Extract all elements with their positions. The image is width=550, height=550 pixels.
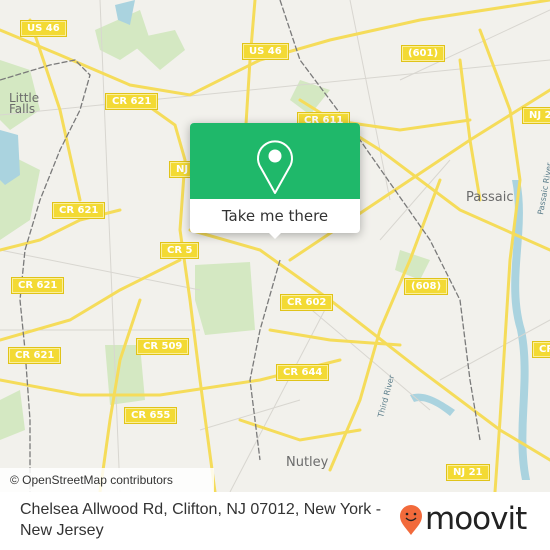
popup-pointer	[267, 231, 283, 239]
moovit-logo: moovit	[398, 502, 538, 536]
location-popup: Take me there	[190, 123, 360, 239]
road-label-cr621: CR 621	[10, 277, 65, 294]
minor-roads	[0, 0, 550, 492]
road-label-cr5: CR 5	[159, 242, 200, 259]
road-label-nj21: NJ 2	[522, 107, 550, 124]
passaic-river-label: Passaic River	[536, 161, 550, 215]
road-label-cr608: (608)	[403, 278, 449, 295]
road-label-cr: CR	[531, 341, 550, 358]
place-label-nutley: Nutley	[286, 455, 329, 470]
road-label-cr602: CR 602	[279, 294, 334, 311]
take-me-there-button[interactable]: Take me there	[190, 199, 360, 233]
road-label-cr601: (601)	[400, 45, 446, 62]
road-label-us46: US 46	[20, 20, 67, 37]
moovit-pin-icon	[400, 505, 422, 535]
place-label-passaic: Passaic	[466, 190, 514, 205]
road-label-cr509: CR 509	[135, 338, 190, 355]
map-pin-icon	[257, 140, 293, 194]
third-river-label: Third River	[376, 373, 396, 419]
road-label-cr621: CR 621	[51, 202, 106, 219]
map-attribution[interactable]: © OpenStreetMap contributors	[0, 468, 214, 492]
road-label-nj21: NJ 21	[446, 464, 490, 481]
map-tiles: Third River Passaic River	[0, 0, 550, 492]
road-label-cr655: CR 655	[123, 407, 178, 424]
main-roads	[0, 0, 550, 492]
water-areas	[0, 0, 530, 480]
place-label-little-falls: Little Falls	[9, 91, 40, 116]
footer: Chelsea Allwood Rd, Clifton, NJ 07012, N…	[0, 492, 550, 550]
moovit-wordmark: moovit	[425, 501, 527, 537]
popup-header	[190, 123, 360, 199]
map-view[interactable]: Third River Passaic River US 46 US 46 (6…	[0, 0, 550, 492]
address-text: Chelsea Allwood Rd, Clifton, NJ 07012, N…	[20, 501, 382, 539]
road-label-cr621: CR 621	[104, 93, 159, 110]
road-label-us46: US 46	[242, 43, 289, 60]
road-label-cr644: CR 644	[275, 364, 330, 381]
road-label-cr621: CR 621	[7, 347, 62, 364]
